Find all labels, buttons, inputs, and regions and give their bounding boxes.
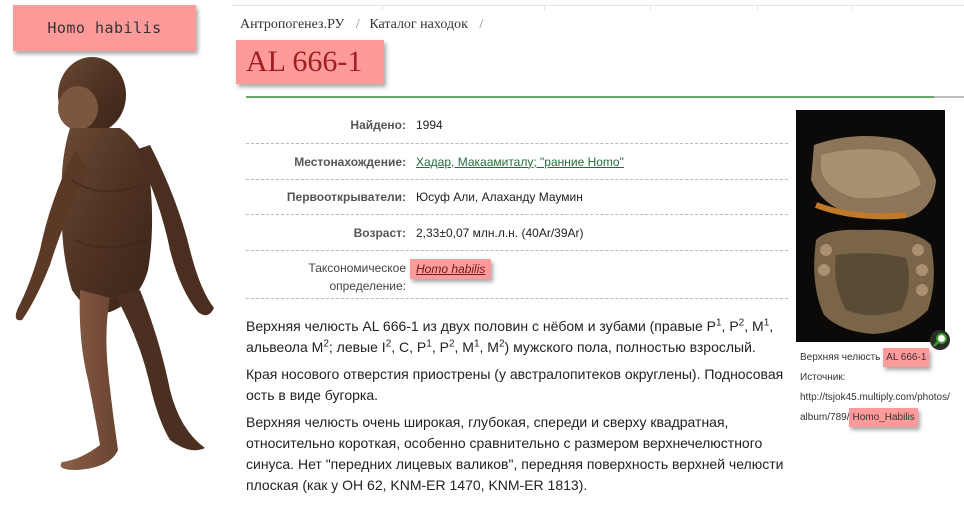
title-underline-end	[934, 96, 964, 98]
rule-tick	[757, 5, 758, 10]
taxon-link[interactable]: Homo habilis	[410, 259, 492, 279]
breadcrumb-separator: /	[479, 17, 484, 32]
info-row-location: Местонахождение: Хадар, Макаамиталу; "ра…	[246, 144, 788, 180]
rule-tick	[650, 5, 651, 10]
breadcrumb-separator: /	[355, 17, 360, 32]
description-paragraph-2: Края носового отверстия приострены (у ав…	[246, 366, 784, 403]
info-key-line2: определение:	[329, 279, 406, 293]
text: , P	[431, 339, 449, 355]
info-row-taxonomy: Таксономическое определение: Homo habili…	[246, 251, 788, 299]
description-paragraph-1: Верхняя челюсть AL 666-1 из двух половин…	[246, 316, 791, 358]
info-table: Найдено: 1994 Местонахождение: Хадар, Ма…	[246, 106, 788, 299]
rule-tick	[382, 5, 383, 10]
figure-label: Homo habilis	[13, 5, 196, 51]
caption-specimen-id: AL 666-1	[883, 348, 930, 367]
caption-prefix: Верхняя челюсть	[800, 352, 881, 363]
info-value: 1994	[416, 117, 443, 132]
text: , P	[721, 318, 739, 334]
location-link[interactable]: Хадар, Макаамиталу; "ранние Homo"	[416, 155, 624, 169]
info-key: Первооткрыватели:	[286, 190, 406, 204]
top-rule	[232, 5, 964, 10]
source-label: Источник:	[800, 372, 846, 383]
photo-caption: Верхняя челюсть AL 666-1 Источник: http:…	[800, 348, 964, 428]
breadcrumb-catalog-link[interactable]: Каталог находок	[369, 17, 468, 32]
breadcrumb-home-link[interactable]: Антропогенез.РУ	[240, 17, 344, 32]
info-row-found: Найдено: 1994	[246, 106, 788, 144]
title-underline	[246, 96, 934, 98]
source-url-line2-prefix[interactable]: album/789/	[800, 412, 849, 423]
info-key: Местонахождение:	[294, 154, 406, 169]
info-key: Возраст:	[353, 225, 406, 240]
info-key: Таксономическое определение:	[246, 259, 416, 295]
info-value: Юсуф Али, Алахандy Маумин	[416, 190, 583, 204]
specimen-photo[interactable]	[796, 110, 945, 342]
maxilla-image	[811, 136, 936, 334]
text: , M	[744, 318, 764, 334]
description: Верхняя челюсть AL 666-1 из двух половин…	[246, 316, 791, 502]
text: ; левые I	[328, 339, 386, 355]
text: , M	[479, 339, 499, 355]
rule-tick	[544, 5, 545, 10]
info-key: Найдено:	[350, 117, 406, 132]
text: , M	[454, 339, 474, 355]
hominid-reconstruction-image	[15, 57, 214, 470]
breadcrumb: Антропогенез.РУ / Каталог находок /	[240, 17, 489, 33]
info-key-line1: Таксономическое	[308, 261, 406, 275]
text: , C, P	[391, 339, 427, 355]
info-value: 2,33±0,07 млн.л.н. (40Ar/39Ar)	[416, 225, 584, 240]
page-title: AL 666-1	[236, 40, 384, 84]
rule-tick	[852, 5, 853, 10]
text: ) мужского пола, полностью взрослый.	[504, 339, 756, 355]
text: Верхняя челюсть AL 666-1 из двух половин…	[246, 318, 716, 334]
info-row-age: Возраст: 2,33±0,07 млн.л.н. (40Ar/39Ar)	[246, 215, 788, 251]
description-paragraph-3: Верхняя челюсть очень широкая, глубокая,…	[246, 414, 784, 493]
info-row-discoverers: Первооткрыватели: Юсуф Али, Алахандy Мау…	[246, 180, 788, 215]
info-value: Homo habilis	[410, 259, 788, 279]
info-value: Хадар, Макаамиталу; "ранние Homo"	[416, 155, 788, 169]
source-url-line1[interactable]: http://tsjok45.multiply.com/photos/	[800, 388, 964, 408]
source-url-highlight[interactable]: Homo_Habilis	[849, 408, 918, 427]
figure-panel: Homo habilis	[0, 0, 232, 505]
